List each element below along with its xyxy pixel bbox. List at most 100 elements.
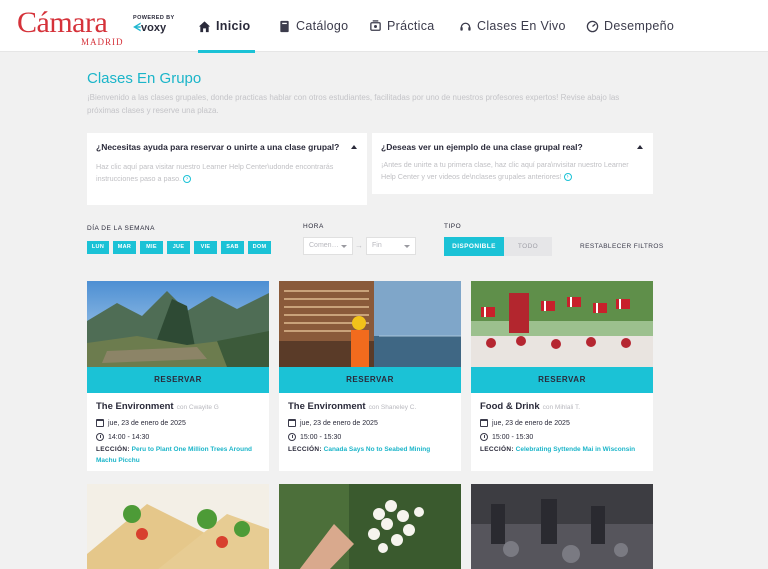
wrap-food-photo <box>87 484 269 569</box>
calendar-icon <box>96 419 104 427</box>
reserve-button[interactable]: RESERVAR <box>87 367 269 393</box>
type-todo-option[interactable]: TODO <box>504 237 552 256</box>
caret-up-icon[interactable] <box>351 145 357 149</box>
arrow-right-circle-icon[interactable]: › <box>183 175 192 184</box>
card-time: 15:00 - 15:30 <box>300 433 342 441</box>
card-teacher: con Cwayite G <box>176 404 219 411</box>
day-chip-vie[interactable]: VIE <box>194 241 217 254</box>
help-reserve-title: ¿Necesitas ayuda para reservar o unirte … <box>96 142 340 152</box>
card-topic: Food & Drink <box>480 401 540 412</box>
type-disponible-option[interactable]: DISPONIBLE <box>444 237 504 256</box>
day-chip-dom[interactable]: DOM <box>248 241 271 254</box>
nav-inicio[interactable]: Inicio <box>198 0 255 53</box>
day-chip-sab[interactable]: SAB <box>221 241 244 254</box>
chevron-down-icon <box>341 245 347 248</box>
class-card <box>471 484 653 569</box>
day-filter-label: DÍA DE LA SEMANA <box>87 225 155 232</box>
machu-picchu-photo <box>87 281 269 367</box>
nav-clases-en-vivo[interactable]: Clases En Vivo <box>459 0 566 52</box>
nav-desempeno[interactable]: Desempeño <box>586 0 674 52</box>
lesson-link[interactable]: Celebrating Syttende Mai in Wisconsin <box>516 446 636 453</box>
card-date: jue, 23 de enero de 2025 <box>108 419 186 427</box>
caret-up-icon[interactable] <box>637 145 643 149</box>
logo-text: Cámara <box>17 6 108 39</box>
nav-label: Catálogo <box>296 19 349 33</box>
class-card: RESERVAR The Environment con Cwayite G ju… <box>87 281 269 471</box>
hour-filter-label: HORA <box>303 223 324 230</box>
calendar-icon <box>288 419 296 427</box>
white-flowers-photo <box>279 484 461 569</box>
nav-catalogo[interactable]: Catálogo <box>278 0 348 52</box>
clock-icon <box>96 433 104 441</box>
card-date: jue, 23 de enero de 2025 <box>300 419 378 427</box>
lesson-label: LECCIÓN: <box>96 446 130 453</box>
example-class-box[interactable]: ¿Deseas ver un ejemplo de una clase grup… <box>372 133 653 194</box>
card-lesson: LECCIÓN: Peru to Plant One Million Trees… <box>96 444 262 466</box>
day-chip-lun[interactable]: LUN <box>87 241 109 254</box>
seabed-mining-worker-photo <box>279 281 461 367</box>
class-card <box>279 484 461 569</box>
card-title[interactable]: The Environment con Shaneley C. <box>288 401 416 412</box>
card-date-row: jue, 23 de enero de 2025 <box>288 419 378 427</box>
page-title: Clases En Grupo <box>87 70 202 87</box>
hour-start-select[interactable]: Comen… <box>303 237 353 255</box>
camara-madrid-logo[interactable]: Cámara MADRID <box>17 6 127 48</box>
home-icon <box>198 20 211 32</box>
arrow-right-icon: → <box>355 241 363 250</box>
card-time-row: 15:00 - 15:30 <box>288 433 341 441</box>
nav-practica[interactable]: Práctica <box>369 0 435 52</box>
street-market-photo <box>471 484 653 569</box>
hour-start-placeholder: Comen… <box>309 242 339 249</box>
example-class-body[interactable]: ¡Antes de unirte a tu primera clase, haz… <box>381 159 644 183</box>
hour-end-select[interactable]: Fin <box>366 237 416 255</box>
class-card <box>87 484 269 569</box>
class-card: RESERVAR The Environment con Shaneley C. … <box>279 281 461 471</box>
card-time: 15:00 - 15:30 <box>492 433 534 441</box>
nav-label: Práctica <box>387 19 435 33</box>
day-chip-mar[interactable]: MAR <box>113 241 136 254</box>
page-intro: ¡Bienvenido a las clases grupales, donde… <box>87 93 620 115</box>
day-chip-jue[interactable]: JUE <box>167 241 190 254</box>
nav-label: Desempeño <box>604 19 675 33</box>
lesson-label: LECCIÓN: <box>288 446 322 453</box>
example-class-title: ¿Deseas ver un ejemplo de una clase grup… <box>381 142 583 152</box>
example-class-text: ¡Antes de unirte a tu primera clase, haz… <box>381 160 629 181</box>
type-toggle: DISPONIBLE TODO <box>444 237 552 256</box>
card-title[interactable]: The Environment con Cwayite G <box>96 401 219 412</box>
headset-icon <box>460 22 471 31</box>
class-card: RESERVAR Food & Drink con Mihlali T. jue,… <box>471 281 653 471</box>
card-time-row: 15:00 - 15:30 <box>480 433 533 441</box>
clock-icon <box>288 433 296 441</box>
practice-icon <box>370 19 381 31</box>
clock-icon <box>480 433 488 441</box>
card-lesson: LECCIÓN: Canada Says No to Seabed Mining <box>288 444 454 455</box>
card-date-row: jue, 23 de enero de 2025 <box>480 419 570 427</box>
help-reserve-body[interactable]: Haz clic aquí para visitar nuestro Learn… <box>96 161 358 185</box>
card-date: jue, 23 de enero de 2025 <box>492 419 570 427</box>
help-reserve-box[interactable]: ¿Necesitas ayuda para reservar o unirte … <box>87 133 367 205</box>
lesson-label: LECCIÓN: <box>480 446 514 453</box>
card-title[interactable]: Food & Drink con Mihlali T. <box>480 401 580 412</box>
powered-by-voxy: POWERED BY ᗕvoxy <box>133 15 183 35</box>
card-teacher: con Shaneley C. <box>368 404 417 411</box>
powered-label: POWERED BY <box>133 15 175 21</box>
card-date-row: jue, 23 de enero de 2025 <box>96 419 186 427</box>
card-teacher: con Mihlali T. <box>542 404 581 411</box>
top-nav: Cámara MADRID POWERED BY ᗕvoxy Inicio Ca… <box>0 0 768 53</box>
day-chip-mie[interactable]: MIE <box>140 241 163 254</box>
card-topic: The Environment <box>96 401 174 412</box>
arrow-right-circle-icon[interactable]: › <box>563 173 572 182</box>
reset-filters-link[interactable]: RESTABLECER FILTROS <box>580 243 664 250</box>
book-icon <box>280 20 289 32</box>
hour-end-placeholder: Fin <box>372 242 382 249</box>
nav-label: Inicio <box>216 19 251 33</box>
reserve-button[interactable]: RESERVAR <box>471 367 653 393</box>
gauge-icon <box>586 20 599 32</box>
reserve-button[interactable]: RESERVAR <box>279 367 461 393</box>
nav-label: Clases En Vivo <box>477 19 566 33</box>
chevron-down-icon <box>404 245 410 248</box>
card-time: 14:00 - 14:30 <box>108 433 150 441</box>
type-filter-label: TIPO <box>444 223 462 230</box>
logo-subtext: MADRID <box>81 37 124 47</box>
lesson-link[interactable]: Canada Says No to Seabed Mining <box>324 446 431 453</box>
